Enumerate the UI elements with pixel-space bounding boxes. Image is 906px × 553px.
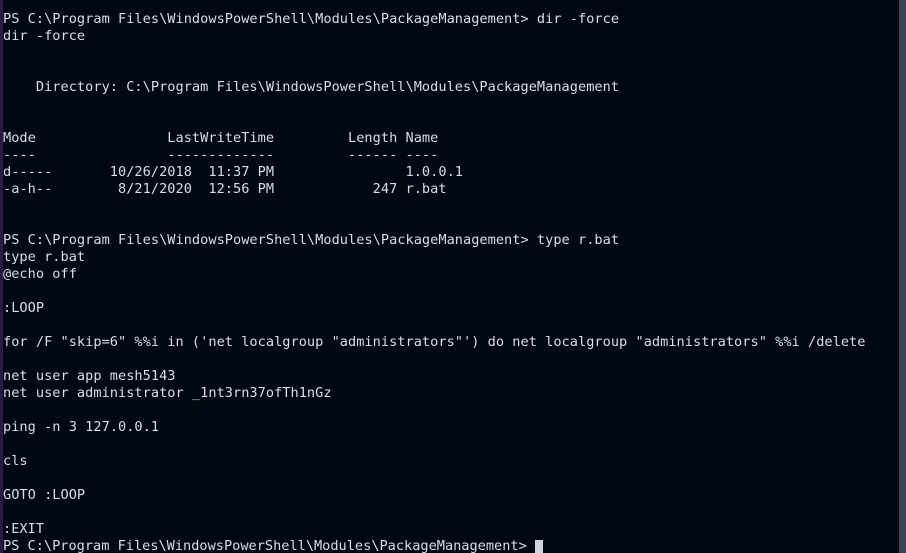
active-prompt-line[interactable]: PS C:\Program Files\WindowsPowerShell\Mo… bbox=[3, 538, 899, 553]
terminal-line: :EXIT bbox=[3, 521, 45, 537]
terminal-window[interactable]: PS C:\Program Files\WindowsPowerShell\Mo… bbox=[0, 0, 906, 553]
terminal-line: @echo off bbox=[3, 266, 77, 282]
terminal-line: for /F "skip=6" %%i in ('net localgroup … bbox=[3, 334, 866, 350]
terminal-line: cls bbox=[3, 453, 28, 469]
terminal-line: Mode LastWriteTime Length Name bbox=[3, 130, 439, 146]
terminal-line: ---- ------------- ------ ---- bbox=[3, 147, 439, 163]
terminal-output-area[interactable]: PS C:\Program Files\WindowsPowerShell\Mo… bbox=[3, 0, 899, 553]
prompt-text: PS C:\Program Files\WindowsPowerShell\Mo… bbox=[3, 538, 527, 553]
text-cursor bbox=[534, 539, 543, 553]
terminal-line: net user app mesh5143 bbox=[3, 368, 176, 384]
terminal-line: -a-h-- 8/21/2020 12:56 PM 247 r.bat bbox=[3, 181, 447, 197]
terminal-line: dir -force bbox=[3, 28, 86, 44]
terminal-scrollback: PS C:\Program Files\WindowsPowerShell\Mo… bbox=[3, 11, 899, 538]
vertical-scrollbar[interactable] bbox=[899, 0, 906, 553]
terminal-line: type r.bat bbox=[3, 249, 86, 265]
terminal-line: d----- 10/26/2018 11:37 PM 1.0.0.1 bbox=[3, 164, 463, 180]
terminal-line: Directory: C:\Program Files\WindowsPower… bbox=[3, 79, 620, 95]
terminal-line: PS C:\Program Files\WindowsPowerShell\Mo… bbox=[3, 11, 620, 27]
terminal-line: GOTO :LOOP bbox=[3, 487, 86, 503]
terminal-line: ping -n 3 127.0.0.1 bbox=[3, 419, 160, 435]
terminal-line: PS C:\Program Files\WindowsPowerShell\Mo… bbox=[3, 232, 620, 248]
terminal-line: :LOOP bbox=[3, 300, 45, 316]
terminal-line: net user administrator _1nt3rn37ofTh1nGz bbox=[3, 385, 332, 401]
